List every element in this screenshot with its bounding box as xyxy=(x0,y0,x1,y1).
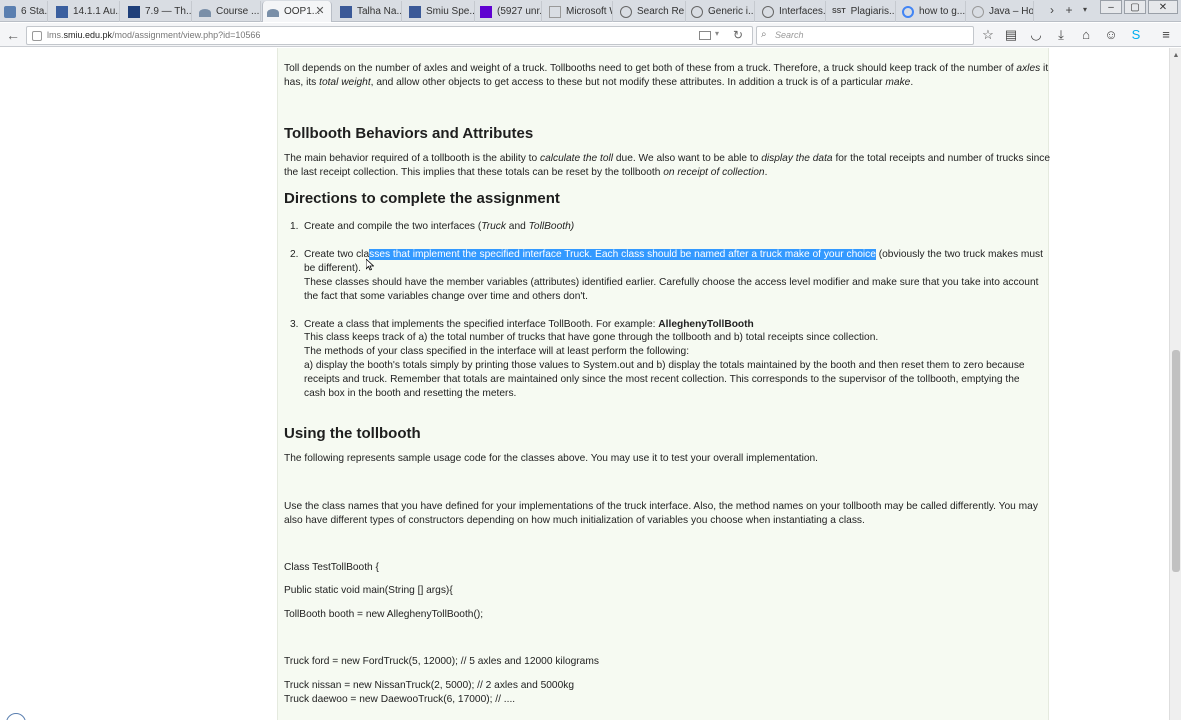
back-icon[interactable]: ← xyxy=(4,26,22,44)
list-item-2-line-3: These classes should have the member var… xyxy=(304,277,1039,288)
behaviors-line-2: the last receipt collection. This implie… xyxy=(284,167,768,178)
heading-behaviors: Tollbooth Behaviors and Attributes xyxy=(284,125,534,142)
book-icon xyxy=(56,5,68,18)
dropdown-icon[interactable]: ▾ xyxy=(715,29,719,38)
list-item-2-line-1: Create two classes that implement the sp… xyxy=(304,249,1043,260)
close-window-icon[interactable]: ✕ xyxy=(1148,0,1178,14)
tab-4[interactable]: Course ... xyxy=(195,1,261,22)
code-line: Truck daewoo = new DaewooTruck(6, 17000)… xyxy=(284,694,516,705)
search-results-icon xyxy=(620,5,632,18)
tab-6[interactable]: Talha Na... xyxy=(336,1,402,22)
tab-14[interactable]: how to g... xyxy=(898,1,966,22)
sst-icon: SST xyxy=(832,8,846,15)
facebook-icon xyxy=(340,5,352,18)
scroll-tabs-right-icon[interactable]: › xyxy=(1045,2,1059,18)
code-line: Class TestTollBooth { xyxy=(284,562,379,573)
google-icon xyxy=(902,5,914,18)
tab-5-active[interactable]: OOP1... ✕ xyxy=(262,1,332,22)
facebook-icon xyxy=(409,5,421,18)
list-item-2-line-2: be different). xyxy=(304,263,362,274)
minimize-icon[interactable]: – xyxy=(1100,0,1122,14)
tab-13[interactable]: SST Plagiaris... xyxy=(828,1,896,22)
list-item-2-line-4: the fact that some variables change over… xyxy=(304,291,588,302)
list-item-3-line-5: receipts and truck. Remember that totals… xyxy=(304,374,1020,385)
menu-icon[interactable]: ≡ xyxy=(1158,27,1174,43)
skype-icon[interactable]: S xyxy=(1128,27,1144,43)
search-results-icon xyxy=(691,5,703,18)
heading-directions: Directions to complete the assignment xyxy=(284,190,560,207)
search-results-icon xyxy=(762,5,774,18)
behaviors-line-1: The main behavior required of a tollboot… xyxy=(284,153,1051,164)
java-icon xyxy=(972,5,984,18)
using-line-3: also have different types of constructor… xyxy=(284,515,865,526)
code-line: Truck nissan = new NissanTruck(2, 5000);… xyxy=(284,680,575,691)
list-number-2: 2. xyxy=(290,249,299,260)
list-number-3: 3. xyxy=(290,319,299,330)
tab-3[interactable]: 7.9 — Th... xyxy=(124,1,192,22)
yahoo-icon xyxy=(480,5,492,18)
code-line: Public static void main(String [] args){ xyxy=(284,585,453,596)
page-icon xyxy=(549,5,561,18)
intro-line-2: has, its total weight, and allow other o… xyxy=(284,77,914,88)
using-line-1: The following represents sample usage co… xyxy=(284,453,819,464)
chat-icon[interactable]: ☺ xyxy=(1103,27,1119,43)
calendar-icon xyxy=(4,5,16,18)
site-info-icon[interactable] xyxy=(32,31,42,41)
intro-line-1: Toll depends on the number of axles and … xyxy=(284,63,1049,74)
tab-list-icon[interactable]: ▾ xyxy=(1078,2,1092,18)
reload-icon[interactable]: ↻ xyxy=(733,28,743,42)
tab-1[interactable]: 6 Sta... xyxy=(0,1,48,22)
tab-11[interactable]: Generic i... xyxy=(687,1,755,22)
list-item-3-line-6: cash box in the booth and resetting the … xyxy=(304,388,517,399)
tab-7[interactable]: Smiu Spe... xyxy=(405,1,475,22)
url-bar[interactable]: lms.smiu.edu.pk/mod/assignment/view.php?… xyxy=(26,26,753,45)
tab-15[interactable]: Java – Ho... xyxy=(968,1,1034,22)
close-tab-icon[interactable]: ✕ xyxy=(314,5,326,17)
using-line-2: Use the class names that you have define… xyxy=(284,501,1038,512)
scrollbar-thumb[interactable] xyxy=(1172,350,1180,572)
list-item-3-line-4: a) display the booth's totals simply by … xyxy=(304,360,1025,371)
home-icon[interactable]: ⌂ xyxy=(1078,27,1094,43)
search-input[interactable]: ⌕ Search xyxy=(756,26,974,45)
list-item-3-line-3: The methods of your class specified in t… xyxy=(304,346,690,357)
list-item-3-line-1: Create a class that implements the speci… xyxy=(304,319,754,330)
downloads-icon[interactable]: ⤓ xyxy=(1053,27,1069,43)
tab-10[interactable]: Search Re... xyxy=(616,1,686,22)
new-tab-icon[interactable]: + xyxy=(1062,2,1076,18)
list-number-1: 1. xyxy=(290,221,299,232)
search-icon: ⌕ xyxy=(761,29,767,40)
tab-2[interactable]: 14.1.1 Au... xyxy=(52,1,120,22)
list-item-1: Create and compile the two interfaces (T… xyxy=(304,221,575,232)
bookmark-star-icon[interactable]: ☆ xyxy=(980,27,996,43)
scroll-up-icon[interactable]: ▲ xyxy=(1170,50,1181,62)
tab-strip: 6 Sta... 14.1.1 Au... 7.9 — Th... Course… xyxy=(0,0,1181,22)
mouse-cursor-icon xyxy=(366,259,374,271)
tab-12[interactable]: Interfaces... xyxy=(758,1,826,22)
reading-list-icon[interactable]: ▤ xyxy=(1003,27,1019,43)
reader-view-icon[interactable] xyxy=(699,31,711,40)
moodle-icon xyxy=(199,8,211,17)
tab-8[interactable]: (5927 unr... xyxy=(476,1,542,22)
navigation-toolbar: ← lms.smiu.edu.pk/mod/assignment/view.ph… xyxy=(0,23,1181,47)
moodle-icon xyxy=(267,8,279,17)
code-line: Truck ford = new FordTruck(5, 12000); //… xyxy=(284,656,599,667)
vertical-scrollbar[interactable]: ▲ xyxy=(1169,48,1181,720)
pocket-icon[interactable]: ◡ xyxy=(1028,27,1044,43)
heading-using: Using the tollbooth xyxy=(284,425,421,442)
tab-9[interactable]: Microsoft Wo... xyxy=(545,1,613,22)
selected-text: sses that implement the specified interf… xyxy=(369,249,876,260)
page-icon xyxy=(128,5,140,18)
list-item-3-line-2: This class keeps track of a) the total n… xyxy=(304,332,879,343)
code-line: TollBooth booth = new AlleghenyTollBooth… xyxy=(284,609,484,620)
maximize-icon[interactable]: ▢ xyxy=(1124,0,1146,14)
url-text: lms.smiu.edu.pk/mod/assignment/view.php?… xyxy=(47,30,261,40)
